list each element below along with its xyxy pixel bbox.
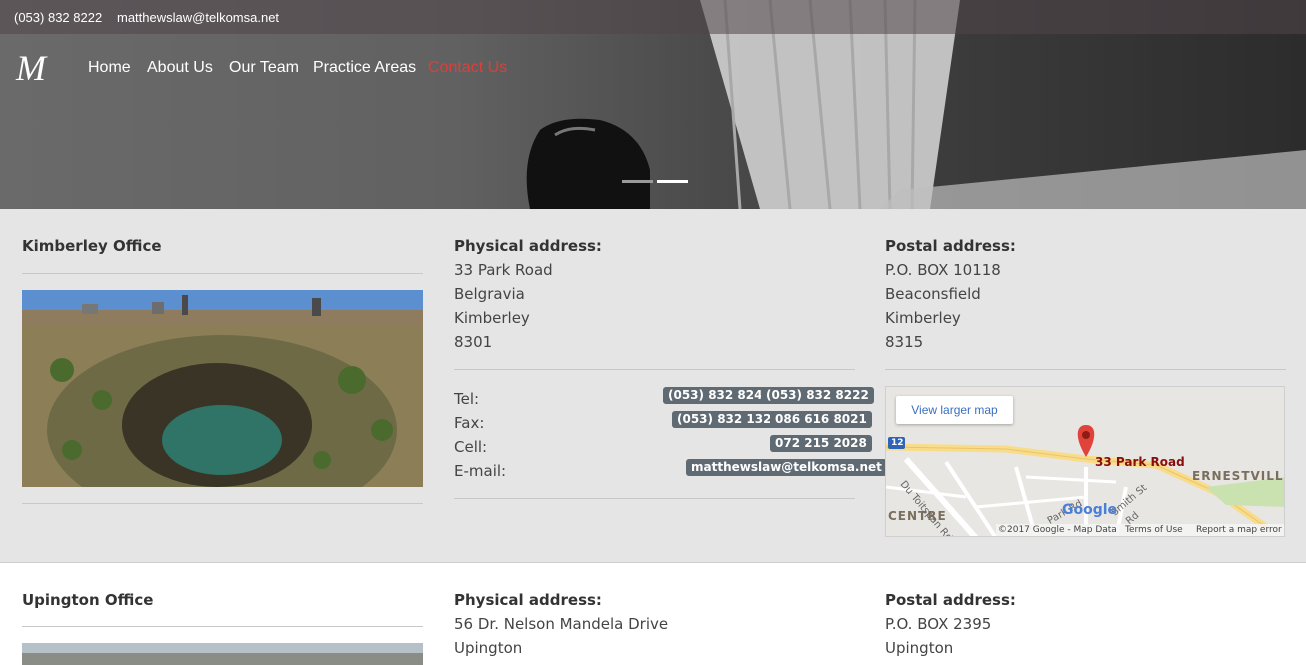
slider-dot-2[interactable] — [657, 180, 688, 183]
google-logo: Google — [1062, 502, 1118, 518]
email-label: E-mail: — [454, 462, 507, 480]
divider — [22, 503, 423, 504]
postal-address-heading: Postal address: — [885, 591, 1016, 609]
postal-address-line: Upington — [885, 639, 954, 657]
physical-address-line: 8301 — [454, 333, 493, 351]
divider — [22, 273, 423, 274]
road-badge: 12 — [891, 438, 904, 448]
office-title: Upington Office — [22, 591, 154, 609]
email-badge[interactable]: matthewslaw@telkomsa.net — [686, 459, 887, 476]
nav-our-team[interactable]: Our Team — [229, 59, 299, 77]
fax-badge-2[interactable]: 086 616 8021 — [770, 411, 872, 428]
slider-dot-1[interactable] — [622, 180, 653, 183]
divider — [454, 498, 855, 499]
physical-address-line: 56 Dr. Nelson Mandela Drive — [454, 615, 669, 633]
physical-address-line: Belgravia — [454, 285, 525, 303]
postal-address-line: P.O. BOX 2395 — [885, 615, 992, 633]
postal-address-line: 8315 — [885, 333, 924, 351]
map-report-link[interactable]: Report a map error — [1196, 525, 1282, 535]
tel-badge-1[interactable]: (053) 832 8247 — [663, 387, 776, 404]
map-area-label: ERNESTVILLE — [1192, 469, 1285, 483]
physical-address-line: Upington — [454, 639, 523, 657]
divider — [22, 626, 423, 627]
fax-label: Fax: — [454, 414, 485, 432]
postal-address-line: Kimberley — [885, 309, 961, 327]
tel-badge-2[interactable]: (053) 832 8222 — [761, 387, 874, 404]
map-copyright: ©2017 Google - Map Data — [998, 525, 1117, 535]
office-photo — [22, 643, 423, 665]
hero-banner: (053) 832 8222 matthewslaw@telkomsa.net … — [0, 0, 1306, 209]
topbar-email[interactable]: matthewslaw@telkomsa.net — [117, 10, 279, 25]
physical-address-heading: Physical address: — [454, 591, 602, 609]
tel-label: Tel: — [454, 390, 480, 408]
logo[interactable]: M — [14, 48, 66, 88]
office-upington: Upington Office Physical address: 56 Dr.… — [0, 563, 1306, 665]
nav-about-us[interactable]: About Us — [147, 59, 213, 77]
google-map[interactable]: View larger map 12 33 Park Road ERNESTVI… — [885, 386, 1285, 537]
nav-contact-us[interactable]: Contact Us — [428, 59, 507, 77]
topbar-phone[interactable]: (053) 832 8222 — [14, 10, 102, 25]
physical-address-line: 33 Park Road — [454, 261, 553, 279]
fax-badge-1[interactable]: (053) 832 1324 — [672, 411, 785, 428]
postal-address-heading: Postal address: — [885, 237, 1016, 255]
logo-letter: M — [15, 48, 48, 88]
view-larger-map-link[interactable]: View larger map — [896, 396, 1013, 424]
cell-label: Cell: — [454, 438, 488, 456]
office-kimberley: Kimberley Office Physical address: 33 Pa… — [0, 209, 1306, 563]
postal-address-line: Beaconsfield — [885, 285, 981, 303]
postal-address-line: P.O. BOX 10118 — [885, 261, 1001, 279]
divider — [885, 369, 1286, 370]
physical-address-heading: Physical address: — [454, 237, 602, 255]
physical-address-line: Kimberley — [454, 309, 530, 327]
divider — [454, 369, 855, 370]
topbar: (053) 832 8222 matthewslaw@telkomsa.net — [0, 0, 1306, 34]
cell-badge[interactable]: 072 215 2028 — [770, 435, 872, 452]
map-terms-link[interactable]: Terms of Use — [1125, 525, 1183, 535]
office-title: Kimberley Office — [22, 237, 162, 255]
map-marker-label: 33 Park Road — [1095, 455, 1185, 469]
office-photo — [22, 290, 423, 487]
nav-practice-areas[interactable]: Practice Areas — [313, 59, 416, 77]
nav-home[interactable]: Home — [88, 59, 131, 77]
